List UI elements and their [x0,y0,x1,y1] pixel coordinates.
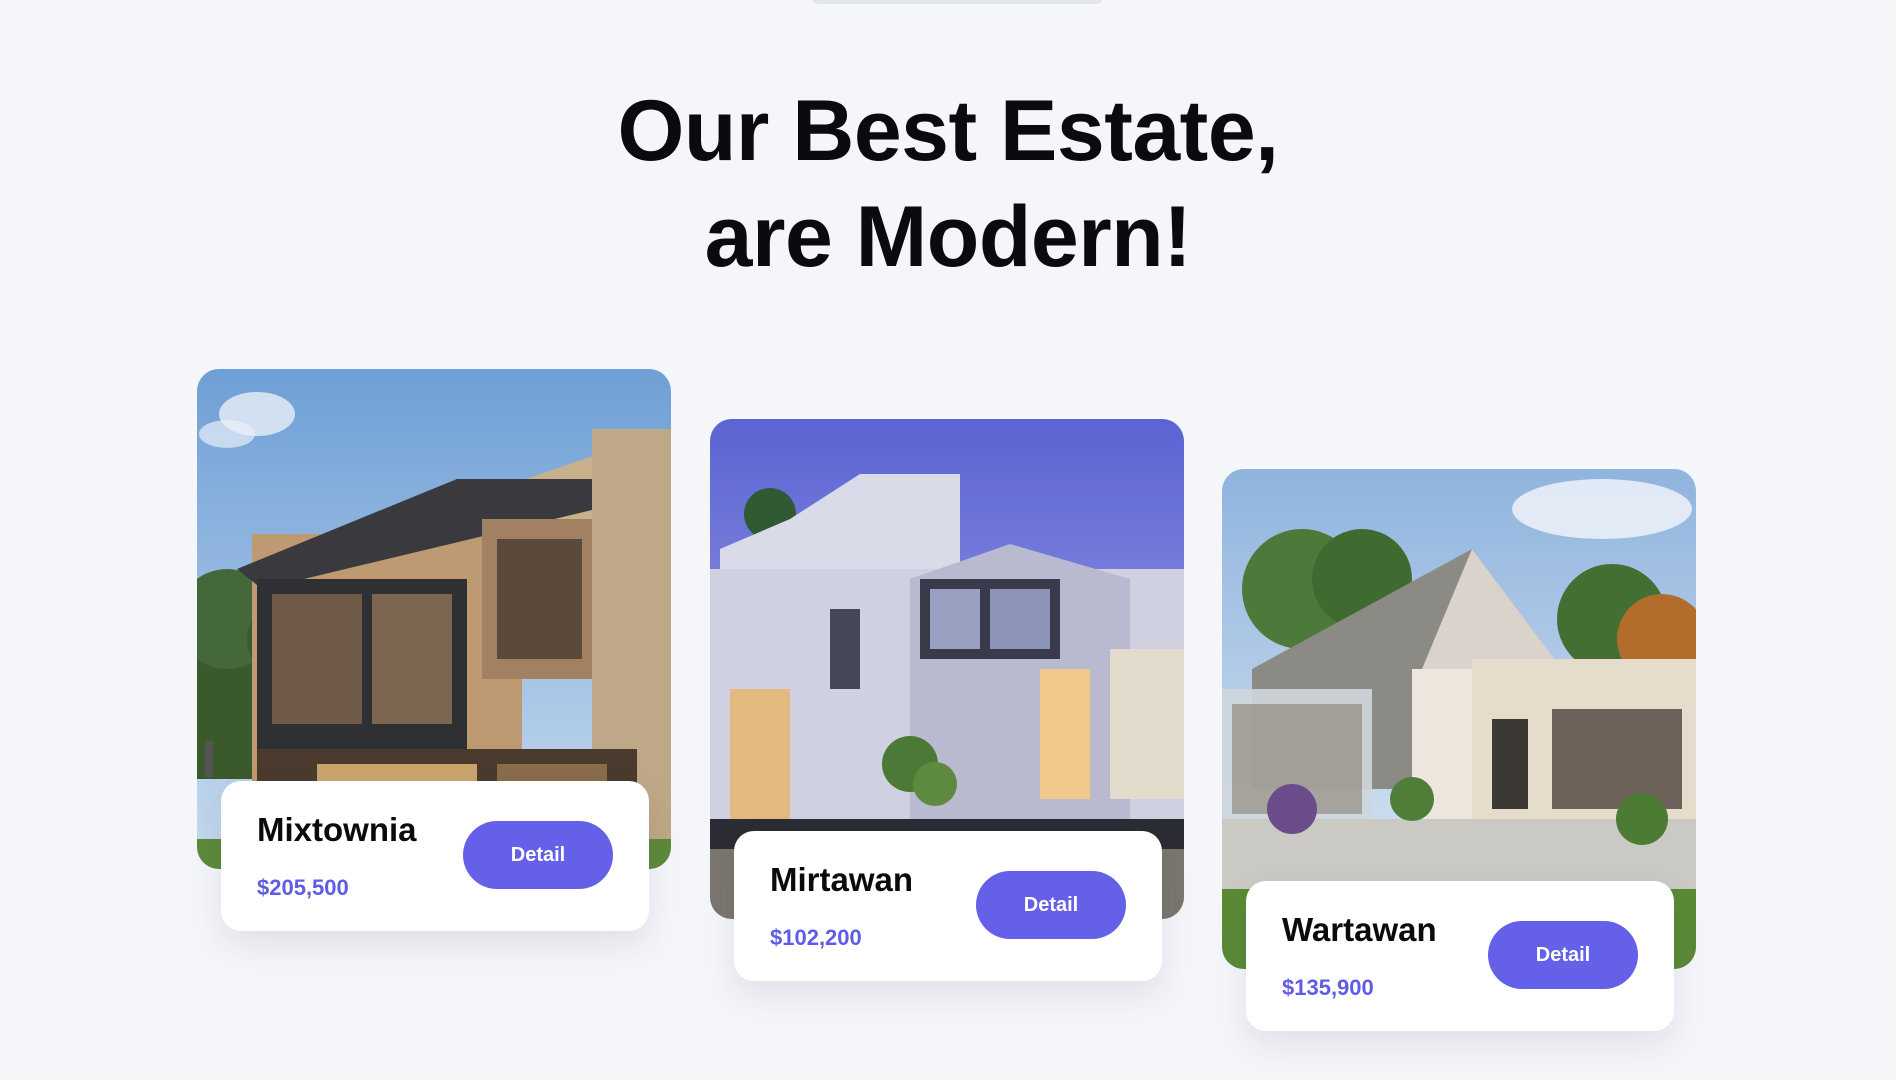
section-heading: Our Best Estate, are Modern! [0,78,1896,290]
heading-line-2: are Modern! [704,189,1192,285]
property-card-wartawan: Wartawan $135,900 Detail [1222,469,1696,1031]
detail-button[interactable]: Detail [1488,921,1638,989]
property-card-mixtownia: Mixtownia $205,500 Detail [197,369,671,931]
property-price: $102,200 [770,925,862,950]
detail-button[interactable]: Detail [463,821,613,889]
property-info-panel: Mixtownia $205,500 Detail [221,781,649,931]
property-name: Mixtownia [257,811,417,848]
property-name: Wartawan [1282,911,1437,948]
property-price: $205,500 [257,875,349,900]
property-info-panel: Mirtawan $102,200 Detail [734,831,1162,981]
property-price: $135,900 [1282,975,1374,1000]
detail-button[interactable]: Detail [976,871,1126,939]
property-name: Mirtawan [770,861,914,898]
property-card-mirtawan: Mirtawan $102,200 Detail [710,419,1184,981]
property-info-panel: Wartawan $135,900 Detail [1246,881,1674,1031]
top-decoration [812,0,1102,4]
heading-line-1: Our Best Estate, [617,83,1279,179]
estate-section: Our Best Estate, are Modern! Mixtownia $… [0,0,1896,1080]
